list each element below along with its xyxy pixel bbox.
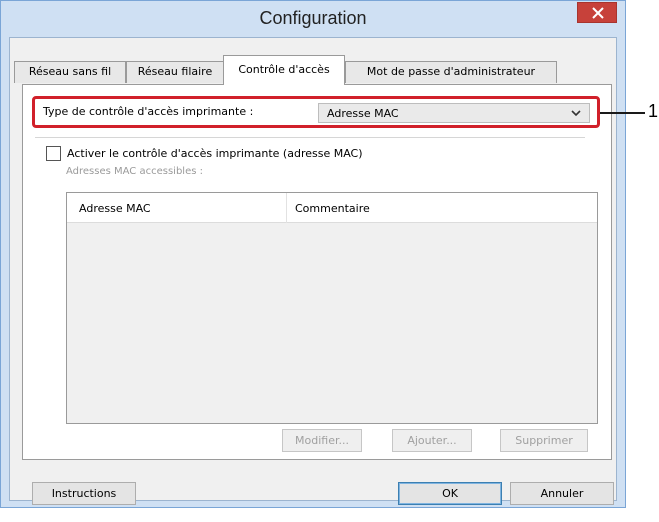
accessible-mac-label: Adresses MAC accessibles :: [66, 166, 203, 177]
cancel-button[interactable]: Annuler: [510, 482, 614, 505]
column-header-comment[interactable]: Commentaire: [295, 202, 370, 215]
instructions-button[interactable]: Instructions: [32, 482, 136, 505]
callout-line: [600, 112, 645, 114]
tab-wireless-network[interactable]: Réseau sans fil: [14, 61, 126, 83]
column-header-mac-address[interactable]: Adresse MAC: [79, 202, 151, 215]
ok-button[interactable]: OK: [398, 482, 502, 505]
tab-admin-password[interactable]: Mot de passe d'administrateur: [345, 61, 557, 83]
close-icon: [592, 7, 604, 19]
separator: [35, 137, 585, 138]
mac-address-list[interactable]: Adresse MAC Commentaire: [66, 192, 598, 424]
access-control-type-value: Adresse MAC: [327, 107, 399, 120]
add-button[interactable]: Ajouter...: [392, 429, 472, 452]
close-button[interactable]: [577, 2, 617, 23]
tab-access-control[interactable]: Contrôle d'accès: [223, 55, 345, 85]
access-control-type-label: Type de contrôle d'accès imprimante :: [43, 105, 254, 118]
enable-access-control-checkbox[interactable]: [46, 146, 61, 161]
list-header: Adresse MAC Commentaire: [67, 193, 597, 223]
enable-access-control-label: Activer le contrôle d'accès imprimante (…: [67, 147, 363, 160]
column-divider[interactable]: [286, 193, 287, 223]
title-bar[interactable]: Configuration: [1, 1, 625, 37]
window-title: Configuration: [259, 8, 367, 28]
access-control-type-highlight: Type de contrôle d'accès imprimante : Ad…: [32, 96, 600, 128]
chevron-down-icon: [571, 110, 581, 117]
access-control-type-select[interactable]: Adresse MAC: [318, 103, 590, 123]
tab-wired-network[interactable]: Réseau filaire: [126, 61, 224, 83]
callout-number: 1: [648, 101, 659, 121]
tab-bar: Réseau sans fil Réseau filaire Contrôle …: [14, 55, 614, 85]
modify-button[interactable]: Modifier...: [282, 429, 362, 452]
delete-button[interactable]: Supprimer: [500, 429, 588, 452]
